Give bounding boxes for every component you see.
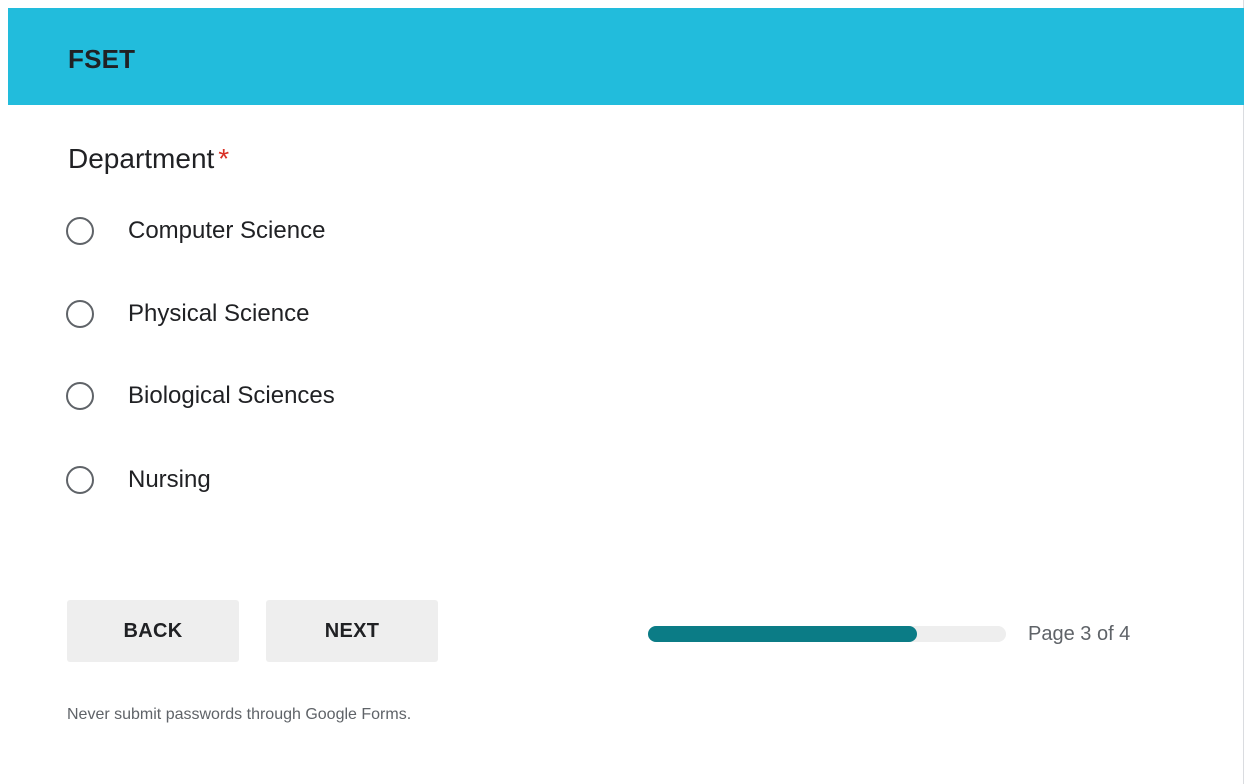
radio-circle-icon[interactable] (66, 466, 94, 494)
back-button[interactable]: BACK (67, 600, 239, 662)
footer-disclaimer: Never submit passwords through Google Fo… (67, 706, 412, 723)
option-computer-science[interactable]: Computer Science (66, 211, 325, 251)
page-edge-divider (1243, 0, 1244, 784)
option-nursing[interactable]: Nursing (66, 460, 211, 500)
progress-bar-fill (648, 626, 917, 642)
radio-circle-icon[interactable] (66, 382, 94, 410)
question-text: Department (68, 143, 215, 174)
radio-circle-icon[interactable] (66, 217, 94, 245)
option-label: Nursing (128, 466, 211, 493)
progress-bar (648, 626, 1006, 642)
radio-circle-icon[interactable] (66, 300, 94, 328)
form-header: FSET (8, 8, 1244, 105)
question-title: Department * (68, 141, 229, 177)
section-title: FSET (68, 44, 136, 74)
next-button[interactable]: NEXT (266, 600, 438, 662)
option-biological-sciences[interactable]: Biological Sciences (66, 376, 335, 416)
page-indicator: Page 3 of 4 (1028, 623, 1131, 645)
option-physical-science[interactable]: Physical Science (66, 294, 309, 334)
option-label: Computer Science (128, 217, 326, 244)
required-asterisk: * (218, 143, 230, 174)
option-label: Physical Science (128, 300, 310, 327)
form-page: FSET Department * Computer Science Physic… (0, 0, 1248, 784)
option-label: Biological Sciences (128, 382, 335, 409)
